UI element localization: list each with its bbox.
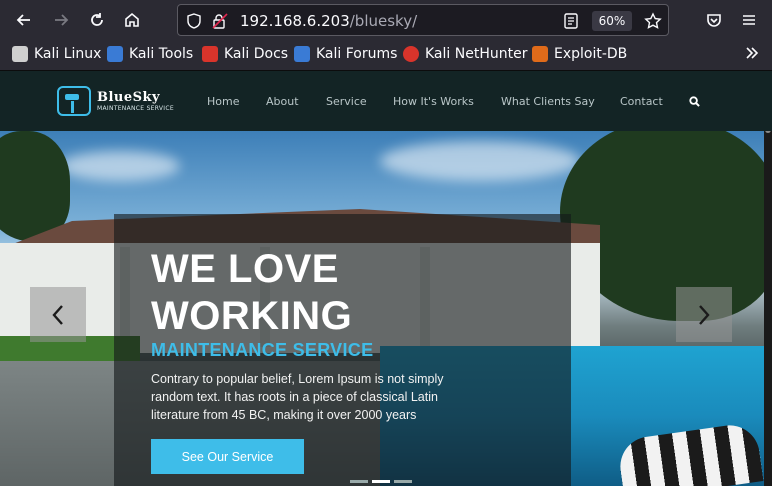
nav-what-clients-say[interactable]: What Clients Say — [501, 95, 595, 108]
home-button[interactable] — [120, 8, 144, 32]
chevron-right-icon — [699, 304, 710, 325]
bookmark-kali-linux[interactable]: Kali Linux — [12, 46, 101, 62]
home-icon — [125, 12, 139, 27]
bookmark-label: Kali Docs — [224, 46, 289, 62]
logo-text: BlueSky MAINTENANCE SERVICE — [97, 91, 174, 112]
site-logo[interactable]: BlueSky MAINTENANCE SERVICE — [57, 86, 174, 116]
chevron-double-right-icon — [746, 47, 759, 59]
nav-service[interactable]: Service — [326, 95, 367, 108]
bookmark-label: Kali Tools — [129, 46, 194, 62]
brand-tagline: MAINTENANCE SERVICE — [97, 104, 174, 112]
app-menu-button[interactable] — [737, 8, 761, 32]
hamburger-menu-icon — [743, 15, 755, 25]
bookmark-label: Kali Forums — [316, 46, 398, 62]
slider-indicator[interactable] — [350, 480, 368, 483]
pocket-icon — [707, 14, 721, 27]
nav-about[interactable]: About — [266, 95, 299, 108]
shield-icon[interactable] — [187, 13, 201, 29]
background-cloud — [380, 141, 580, 181]
nav-how-it-works[interactable]: How It's Works — [393, 95, 474, 108]
site-navbar: BlueSky MAINTENANCE SERVICE Home About S… — [0, 71, 772, 131]
bookmark-kali-docs[interactable]: Kali Docs — [202, 46, 288, 62]
hero-slider: WE LOVE WORKING MAINTENANCE SERVICE Cont… — [0, 131, 772, 486]
slider-next-button[interactable] — [676, 287, 732, 342]
bookmark-star-icon[interactable] — [644, 12, 662, 30]
hero-title-line-2: WORKING — [151, 294, 353, 338]
bookmark-exploit-db[interactable]: Exploit-DB — [532, 46, 627, 62]
bookmark-kali-nethunter[interactable]: Kali NetHunter — [403, 46, 527, 62]
search-icon[interactable] — [689, 96, 700, 107]
bookmark-label: Kali NetHunter — [425, 46, 528, 62]
background-palm — [0, 131, 70, 241]
paint-roller-icon — [57, 86, 91, 116]
url-text[interactable]: 192.168.6.203/bluesky/ — [240, 12, 417, 30]
kali-tools-icon — [107, 46, 123, 62]
background-cloud — [60, 151, 180, 181]
bookmarks-overflow-button[interactable] — [744, 45, 760, 61]
bookmark-kali-forums[interactable]: Kali Forums — [294, 46, 397, 62]
insecure-lock-icon[interactable] — [212, 13, 228, 29]
bookmarks-bar: Kali Linux Kali Tools Kali Docs Kali For… — [0, 40, 772, 71]
url-path: /bluesky/ — [349, 12, 418, 30]
reader-view-icon[interactable] — [564, 13, 578, 29]
zoom-level-badge[interactable]: 60% — [592, 11, 632, 31]
hero-subtitle: MAINTENANCE SERVICE — [151, 340, 374, 360]
url-host: 192.168.6.203 — [240, 12, 350, 30]
exploit-db-icon — [532, 46, 548, 62]
browser-toolbar: 192.168.6.203/bluesky/ 60% — [0, 0, 772, 40]
slider-indicator-active[interactable] — [372, 480, 390, 483]
forward-arrow-icon — [55, 14, 69, 26]
kali-dragon-icon — [12, 46, 28, 62]
back-arrow-icon — [16, 14, 30, 26]
bookmark-label: Kali Linux — [34, 46, 102, 62]
url-bar[interactable]: 192.168.6.203/bluesky/ 60% — [177, 4, 669, 36]
nav-contact[interactable]: Contact — [620, 95, 663, 108]
see-our-service-button[interactable]: See Our Service — [151, 439, 304, 474]
forward-button[interactable] — [49, 8, 73, 32]
hero-description: Contrary to popular belief, Lorem Ipsum … — [151, 372, 444, 422]
brand-name: BlueSky — [97, 89, 161, 105]
kali-forums-icon — [294, 46, 310, 62]
web-page: BlueSky MAINTENANCE SERVICE Home About S… — [0, 71, 772, 486]
hero-title-line-1: WE LOVE — [151, 247, 339, 291]
page-scrollbar[interactable] — [764, 71, 772, 486]
hero-title: WE LOVE WORKING — [151, 246, 352, 340]
nav-home[interactable]: Home — [207, 95, 239, 108]
back-button[interactable] — [12, 8, 36, 32]
pocket-button[interactable] — [702, 8, 726, 32]
bookmark-label: Exploit-DB — [554, 46, 628, 62]
reload-button[interactable] — [85, 8, 109, 32]
chevron-left-icon — [52, 304, 63, 325]
slider-indicator[interactable] — [394, 480, 412, 483]
reload-icon — [91, 13, 103, 26]
bookmark-kali-tools[interactable]: Kali Tools — [107, 46, 193, 62]
nethunter-icon — [403, 46, 419, 62]
slider-prev-button[interactable] — [30, 287, 86, 342]
kali-docs-icon — [202, 46, 218, 62]
